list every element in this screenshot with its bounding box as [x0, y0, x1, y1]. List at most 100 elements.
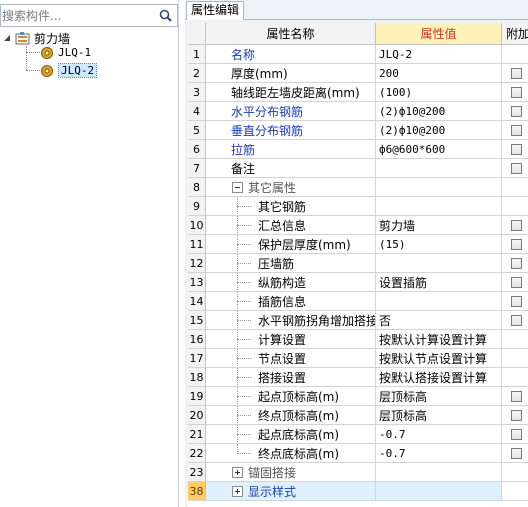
- property-name-cell[interactable]: 汇总信息: [206, 216, 376, 235]
- attach-checkbox[interactable]: [511, 162, 522, 174]
- property-value-cell[interactable]: 按默认计算设置计算: [376, 330, 502, 349]
- property-row[interactable]: 14 插筋信息: [188, 292, 528, 311]
- header-property-value[interactable]: 属性值: [376, 23, 502, 45]
- property-name-cell[interactable]: 终点底标高(m): [206, 444, 376, 463]
- property-value-cell[interactable]: [376, 159, 502, 178]
- attach-checkbox[interactable]: [511, 124, 522, 136]
- property-row[interactable]: 10 汇总信息 剪力墙: [188, 216, 528, 235]
- property-row[interactable]: 19 起点顶标高(m) 层顶标高: [188, 387, 528, 406]
- property-name-cell[interactable]: 保护层厚度(mm): [206, 235, 376, 254]
- property-row[interactable]: 15 水平钢筋拐角增加搭接否: [188, 311, 528, 330]
- property-value-cell[interactable]: ф6@600*600: [376, 140, 502, 159]
- attach-checkbox[interactable]: [511, 314, 522, 326]
- property-value-cell[interactable]: [376, 482, 502, 501]
- property-group-row[interactable]: 38 显示样式: [188, 482, 528, 501]
- property-row[interactable]: 12 压墙筋: [188, 254, 528, 273]
- property-name-cell[interactable]: 厚度(mm): [206, 64, 376, 83]
- property-value-cell[interactable]: JLQ-2: [376, 45, 502, 64]
- property-value-cell[interactable]: (2)ф10@200: [376, 102, 502, 121]
- property-value-cell[interactable]: -0.7: [376, 444, 502, 463]
- property-row[interactable]: 13 纵筋构造 设置插筋: [188, 273, 528, 292]
- property-name-cell[interactable]: 纵筋构造: [206, 273, 376, 292]
- property-name-cell[interactable]: 水平钢筋拐角增加搭接: [206, 311, 376, 330]
- property-value-cell[interactable]: 200: [376, 64, 502, 83]
- property-value-cell[interactable]: (2)ф10@200: [376, 121, 502, 140]
- property-group-row[interactable]: 8 其它属性: [188, 178, 528, 197]
- collapse-triangle-icon[interactable]: [2, 34, 12, 44]
- property-row[interactable]: 20 终点顶标高(m) 层顶标高: [188, 406, 528, 425]
- header-attach[interactable]: 附加: [502, 23, 528, 45]
- property-row[interactable]: 5 垂直分布钢筋 (2)ф10@200: [188, 121, 528, 140]
- property-name-cell[interactable]: 备注: [206, 159, 376, 178]
- header-property-name[interactable]: 属性名称: [206, 23, 376, 45]
- tab-property-edit[interactable]: 属性编辑: [186, 1, 245, 20]
- attach-checkbox[interactable]: [511, 86, 522, 98]
- attach-checkbox[interactable]: [511, 276, 522, 288]
- property-row[interactable]: 4 水平分布钢筋 (2)ф10@200: [188, 102, 528, 121]
- property-row[interactable]: 7 备注: [188, 159, 528, 178]
- property-name-cell[interactable]: 名称: [206, 45, 376, 64]
- property-name-cell[interactable]: 压墙筋: [206, 254, 376, 273]
- property-value-cell[interactable]: 层顶标高: [376, 387, 502, 406]
- attach-checkbox[interactable]: [511, 257, 522, 269]
- property-name-cell[interactable]: 其它钢筋: [206, 197, 376, 216]
- expand-icon[interactable]: [232, 486, 243, 497]
- property-row[interactable]: 16 计算设置 按默认计算设置计算: [188, 330, 528, 349]
- property-name-cell[interactable]: 拉筋: [206, 140, 376, 159]
- attach-checkbox[interactable]: [511, 447, 522, 459]
- property-group-row[interactable]: 23 锚固搭接: [188, 463, 528, 482]
- property-name-cell[interactable]: 垂直分布钢筋: [206, 121, 376, 140]
- search-input[interactable]: [2, 6, 152, 25]
- property-value-cell[interactable]: (15): [376, 235, 502, 254]
- property-value-cell[interactable]: (100): [376, 83, 502, 102]
- property-name-cell[interactable]: 起点顶标高(m): [206, 387, 376, 406]
- tree-item-jlq-2[interactable]: JLQ-2: [40, 62, 98, 79]
- attach-checkbox[interactable]: [511, 219, 522, 231]
- property-value-cell[interactable]: [376, 197, 502, 216]
- expand-icon[interactable]: [232, 467, 243, 478]
- property-row[interactable]: 11 保护层厚度(mm) (15): [188, 235, 528, 254]
- collapse-icon[interactable]: [232, 182, 243, 193]
- property-value-cell[interactable]: 剪力墙: [376, 216, 502, 235]
- property-name-cell[interactable]: 其它属性: [206, 178, 376, 197]
- property-name-cell[interactable]: 节点设置: [206, 349, 376, 368]
- property-value-cell[interactable]: 层顶标高: [376, 406, 502, 425]
- property-row[interactable]: 9 其它钢筋: [188, 197, 528, 216]
- attach-checkbox[interactable]: [511, 428, 522, 440]
- property-name-cell[interactable]: 终点顶标高(m): [206, 406, 376, 425]
- attach-checkbox[interactable]: [511, 143, 522, 155]
- search-button[interactable]: [154, 6, 176, 25]
- attach-checkbox[interactable]: [511, 295, 522, 307]
- property-name-cell[interactable]: 轴线距左墙皮距离(mm): [206, 83, 376, 102]
- attach-checkbox[interactable]: [511, 67, 522, 79]
- property-name-cell[interactable]: 计算设置: [206, 330, 376, 349]
- property-row[interactable]: 18 搭接设置 按默认搭接设置计算: [188, 368, 528, 387]
- attach-checkbox[interactable]: [511, 238, 522, 250]
- attach-checkbox[interactable]: [511, 105, 522, 117]
- tree-item-jlq-1[interactable]: JLQ-1: [40, 44, 91, 61]
- property-value-cell[interactable]: -0.7: [376, 425, 502, 444]
- property-value-cell[interactable]: 否: [376, 311, 502, 330]
- property-value-cell[interactable]: 设置插筋: [376, 273, 502, 292]
- property-name-cell[interactable]: 水平分布钢筋: [206, 102, 376, 121]
- attach-checkbox[interactable]: [511, 409, 522, 421]
- property-name-cell[interactable]: 显示样式: [206, 482, 376, 501]
- property-name-cell[interactable]: 插筋信息: [206, 292, 376, 311]
- property-value-cell[interactable]: [376, 292, 502, 311]
- property-row[interactable]: 1 名称 JLQ-2: [188, 45, 528, 64]
- property-row[interactable]: 6 拉筋 ф6@600*600: [188, 140, 528, 159]
- property-value-cell[interactable]: [376, 178, 502, 197]
- property-name-cell[interactable]: 搭接设置: [206, 368, 376, 387]
- attach-checkbox[interactable]: [511, 390, 522, 402]
- property-row[interactable]: 3 轴线距左墙皮距离(mm) (100): [188, 83, 528, 102]
- property-row[interactable]: 22 终点底标高(m) -0.7: [188, 444, 528, 463]
- property-value-cell[interactable]: [376, 254, 502, 273]
- property-value-cell[interactable]: 按默认节点设置计算: [376, 349, 502, 368]
- property-value-cell[interactable]: 按默认搭接设置计算: [376, 368, 502, 387]
- property-name-cell[interactable]: 锚固搭接: [206, 463, 376, 482]
- property-row[interactable]: 17 节点设置 按默认节点设置计算: [188, 349, 528, 368]
- property-name-cell[interactable]: 起点底标高(m): [206, 425, 376, 444]
- property-row[interactable]: 2 厚度(mm) 200: [188, 64, 528, 83]
- property-row[interactable]: 21 起点底标高(m) -0.7: [188, 425, 528, 444]
- property-value-cell[interactable]: [376, 463, 502, 482]
